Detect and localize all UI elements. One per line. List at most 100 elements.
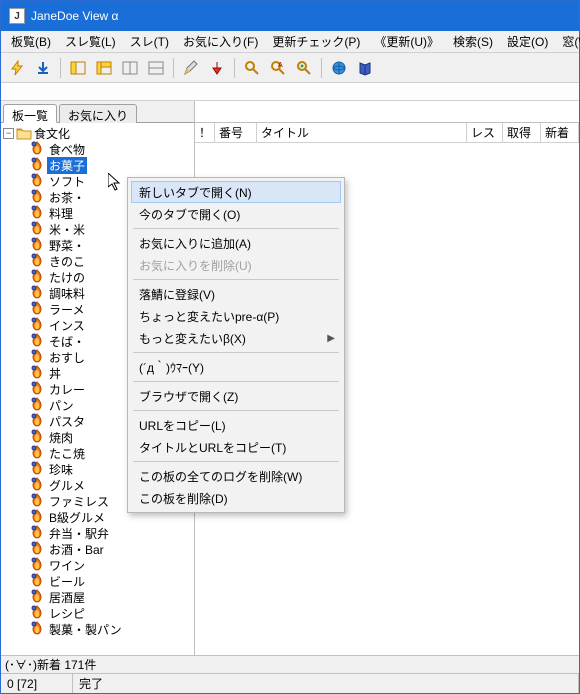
context-menu-item-label: お気に入りを削除(U) bbox=[139, 257, 252, 274]
tool-redarrow-icon[interactable] bbox=[205, 56, 229, 80]
context-menu-item[interactable]: もっと変えたいβ(X) ▶ bbox=[131, 327, 341, 349]
board-item-label: B級グルメ bbox=[47, 509, 107, 526]
tool-pane2-icon[interactable] bbox=[92, 56, 116, 80]
col-title[interactable]: タイトル bbox=[257, 123, 467, 142]
board-item-label: インス bbox=[47, 317, 87, 334]
context-menu-separator bbox=[133, 352, 339, 353]
context-menu-separator bbox=[133, 228, 339, 229]
tool-search1-icon[interactable] bbox=[240, 56, 264, 80]
board-item-label: 野菜・ bbox=[47, 237, 87, 254]
context-menu-item[interactable]: 今のタブで開く(O) bbox=[131, 203, 341, 225]
context-menu[interactable]: 新しいタブで開く(N) 今のタブで開く(O) お気に入りに追加(A) お気に入りを削除… bbox=[127, 177, 345, 513]
context-menu-item[interactable]: ちょっと変えたいpre-α(P) bbox=[131, 305, 341, 327]
board-item-label: 料理 bbox=[47, 205, 75, 222]
context-menu-item-label: (´д｀)ｳﾏｰ(Y) bbox=[139, 359, 204, 376]
menu-favorites[interactable]: お気に入り(F) bbox=[177, 31, 264, 52]
status-upper-text: (･∀･)新着 171件 bbox=[5, 656, 96, 673]
board-item-label: ビール bbox=[47, 573, 87, 590]
status-bar-upper: (･∀･)新着 171件 bbox=[1, 655, 579, 673]
tool-pane4-icon[interactable] bbox=[144, 56, 168, 80]
tool-pencil-icon[interactable] bbox=[179, 56, 203, 80]
context-menu-item[interactable]: URLをコピー(L) bbox=[131, 414, 341, 436]
col-got[interactable]: 取得 bbox=[503, 123, 541, 142]
context-menu-item[interactable]: 新しいタブで開く(N) bbox=[131, 181, 341, 203]
board-item-label: パスタ bbox=[47, 413, 87, 430]
folder-icon bbox=[16, 126, 32, 140]
menu-board[interactable]: 板覧(B) bbox=[5, 31, 57, 52]
tool-pane1-icon[interactable] bbox=[66, 56, 90, 80]
titlebar: J JaneDoe View α bbox=[1, 1, 579, 31]
chevron-right-icon: ▶ bbox=[327, 333, 335, 344]
context-menu-item-label: タイトルとURLをコピー(T) bbox=[139, 439, 286, 456]
board-item-label: お酒・Bar bbox=[47, 541, 106, 558]
app-icon: J bbox=[9, 8, 25, 24]
context-menu-item[interactable]: (´д｀)ｳﾏｰ(Y) bbox=[131, 356, 341, 378]
board-item-label: レシピ bbox=[47, 605, 87, 622]
board-item-label: 弁当・駅弁 bbox=[47, 525, 111, 542]
board-item-label: 米・米 bbox=[47, 221, 87, 238]
board-item-label: 調味料 bbox=[47, 285, 87, 302]
board-item-label: グルメ bbox=[47, 477, 87, 494]
tool-download-icon[interactable] bbox=[31, 56, 55, 80]
board-item-label: おすし bbox=[47, 349, 87, 366]
board-item-label: 丼 bbox=[47, 365, 63, 382]
col-mark[interactable]: ！ bbox=[195, 123, 215, 142]
menu-update[interactable]: 《更新(U)》 bbox=[368, 31, 445, 52]
tool-search2-icon[interactable]: A bbox=[266, 56, 290, 80]
menu-window[interactable]: 窓(W) bbox=[556, 31, 580, 52]
context-menu-item-label: 新しいタブで開く(N) bbox=[139, 184, 252, 201]
context-menu-item-label: もっと変えたいβ(X) bbox=[139, 330, 246, 347]
board-item-label: 食べ物 bbox=[47, 141, 87, 158]
board-item-label: パン bbox=[47, 397, 76, 414]
context-menu-item[interactable]: 落鯖に登録(V) bbox=[131, 283, 341, 305]
tool-lightning-icon[interactable] bbox=[5, 56, 29, 80]
tool-pane3-icon[interactable] bbox=[118, 56, 142, 80]
col-new[interactable]: 新着 bbox=[541, 123, 579, 142]
toolbar: A bbox=[1, 53, 579, 83]
tool-book-icon[interactable] bbox=[353, 56, 377, 80]
board-item-label: ファミレス bbox=[47, 493, 111, 510]
context-menu-item[interactable]: この板の全てのログを削除(W) bbox=[131, 465, 341, 487]
tab-favorites[interactable]: お気に入り bbox=[59, 104, 137, 123]
menu-thread-list[interactable]: スレ覧(L) bbox=[59, 31, 122, 52]
context-menu-item-label: ちょっと変えたいpre-α(P) bbox=[139, 308, 279, 325]
toolbar-separator bbox=[234, 58, 235, 78]
toolbar-separator bbox=[321, 58, 322, 78]
col-res[interactable]: レス bbox=[467, 123, 503, 142]
context-menu-item[interactable]: タイトルとURLをコピー(T) bbox=[131, 436, 341, 458]
menu-settings[interactable]: 設定(O) bbox=[501, 31, 554, 52]
menu-search[interactable]: 検索(S) bbox=[447, 31, 499, 52]
context-menu-item-label: URLをコピー(L) bbox=[139, 417, 226, 434]
board-item-label: 焼肉 bbox=[47, 429, 75, 446]
board-item[interactable]: 製菓・製パン bbox=[17, 621, 194, 637]
context-menu-item[interactable]: ブラウザで開く(Z) bbox=[131, 385, 341, 407]
board-item-label: カレー bbox=[47, 381, 87, 398]
tab-boardlist[interactable]: 板一覧 bbox=[3, 104, 57, 123]
board-item-label: ラーメ bbox=[47, 301, 87, 318]
tool-search3-icon[interactable] bbox=[292, 56, 316, 80]
board-item-label: お茶・ bbox=[47, 189, 87, 206]
context-menu-item-label: お気に入りに追加(A) bbox=[139, 235, 251, 252]
window-title: JaneDoe View α bbox=[31, 9, 118, 23]
status-bar-lower: 0 [72] 完了 bbox=[1, 673, 579, 693]
board-item-label: 居酒屋 bbox=[47, 589, 87, 606]
menu-updatecheck[interactable]: 更新チェック(P) bbox=[266, 31, 366, 52]
board-item-label: そば・ bbox=[47, 333, 87, 350]
tool-globe-icon[interactable] bbox=[327, 56, 351, 80]
menu-thread[interactable]: スレ(T) bbox=[124, 31, 175, 52]
context-menu-separator bbox=[133, 410, 339, 411]
tree-expander-icon[interactable]: − bbox=[3, 128, 14, 139]
context-menu-item-label: ブラウザで開く(Z) bbox=[139, 388, 238, 405]
board-item-label: お菓子 bbox=[47, 157, 87, 174]
status-cell-message: 完了 bbox=[73, 674, 579, 693]
svg-text:A: A bbox=[278, 62, 283, 69]
context-menu-item[interactable]: お気に入りに追加(A) bbox=[131, 232, 341, 254]
context-menu-item[interactable]: この板を削除(D) bbox=[131, 487, 341, 509]
context-menu-separator bbox=[133, 461, 339, 462]
context-menu-item-label: 落鯖に登録(V) bbox=[139, 286, 215, 303]
context-menu-item-label: この板の全てのログを削除(W) bbox=[139, 468, 302, 485]
toolbar-separator bbox=[60, 58, 61, 78]
board-item-label: たこ焼 bbox=[47, 445, 87, 462]
col-number[interactable]: 番号 bbox=[215, 123, 257, 142]
left-tabstrip: 板一覧 お気に入り bbox=[1, 101, 194, 123]
